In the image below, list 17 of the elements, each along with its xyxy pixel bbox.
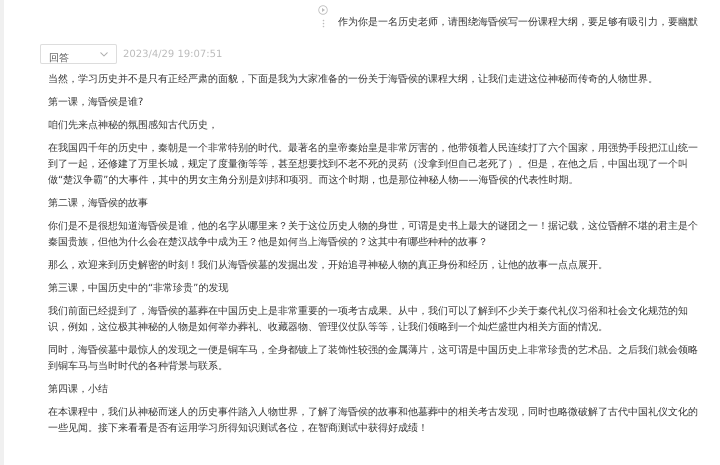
- timestamp: 2023/4/29 19:07:51: [123, 48, 222, 62]
- answer-paragraph: 第三课，中国历史中的“非常珍贵”的发现: [48, 282, 230, 296]
- chevron-down-icon: [100, 52, 108, 56]
- answer-paragraph: 第二课，海昏侯的故事: [48, 196, 149, 211]
- mode-select[interactable]: 回答: [40, 44, 117, 64]
- answer-paragraph: 咱们先来点神秘的氛围感知古代历史，: [48, 118, 219, 133]
- play-circle-icon[interactable]: [318, 5, 328, 15]
- answer-paragraph: 同时，海昏侯墓中最惊人的发现之一便是铜车马，全身都镀上了装饰性较强的金属薄片，这可谓是中国历史上非常珍贵的艺术品。之后我们就会领略到铜车马与当时时代的各种背景与联系。: [48, 344, 699, 374]
- answer-paragraph: 在我国四千年的历史中，秦朝是一个非常特别的时代。最著名的皇帝秦始皇是非常厉害的，他带领着人民连续打了六个国家，用强势手段把江山统一到了一起，还修建了万里长城，规定了度量衡等等，甚至想要找到不老不死的灵药（没拿到但自己老死了）。但是，在他之后，中国出现了一个叫做“楚汉争霸”的大事件，其中的男女主角分别是刘邦和项羽。而这个时期，也是那位神秘人物——海昏侯的代表性时期。: [48, 142, 699, 188]
- answer-paragraph: 在本课程中，我们从神秘而迷人的历史事件踏入人物世界，了解了海昏侯的故事和他墓葬中的相关考古发现，同时也略微破解了古代中国礼仪文化的一些见闻。接下来看看是否有运用学习所得知识测试各位，在智商测试中获得好成绩！: [48, 406, 699, 436]
- prompt-text: 作为你是一名历史老师，请围绕海昏侯写一份课程大纲，要足够有吸引力，要幽默: [338, 16, 698, 30]
- answer-paragraph: 我们前面已经提到了，海昏侯的墓葬在中国历史上是非常重要的一项考古成果。从中，我们可以了解到不少关于秦代礼仪习俗和社会文化规范的知识，例如，这位极其神秘的人物是如何举办葬礼、收藏器物、管理仪仗队等等，让我们领略到一个灿烂盛世内相关方面的情况。: [48, 304, 689, 335]
- answer-paragraph: 第一课，海昏侯是谁?: [48, 96, 144, 110]
- answer-paragraph: 你们是不是很想知道海昏侯是谁，他的名字从哪里来？关于这位历史人物的身世，可谓是史书上最大的谜团之一！据记载，这位昏醉不堪的君主是个秦国贵族，但他为什么会在楚汉战争中成为王？他是如何当上海昏侯的？这其中有哪些种种的故事？: [48, 220, 699, 250]
- answer-paragraph: 第四课，小结: [48, 382, 109, 397]
- answer-paragraph: 当然，学习历史并不是只有正经严肃的面貌，下面是我为大家准备的一份关于海昏侯的课程大纲，让我们走进这位神秘而传奇的人物世界。: [48, 72, 659, 87]
- answer-paragraph: 那么，欢迎来到历史解密的时刻！我们从海昏侯墓的发掘出发，开始追寻神秘人物的真正身份和经历，让他的故事一点点展开。: [48, 258, 609, 273]
